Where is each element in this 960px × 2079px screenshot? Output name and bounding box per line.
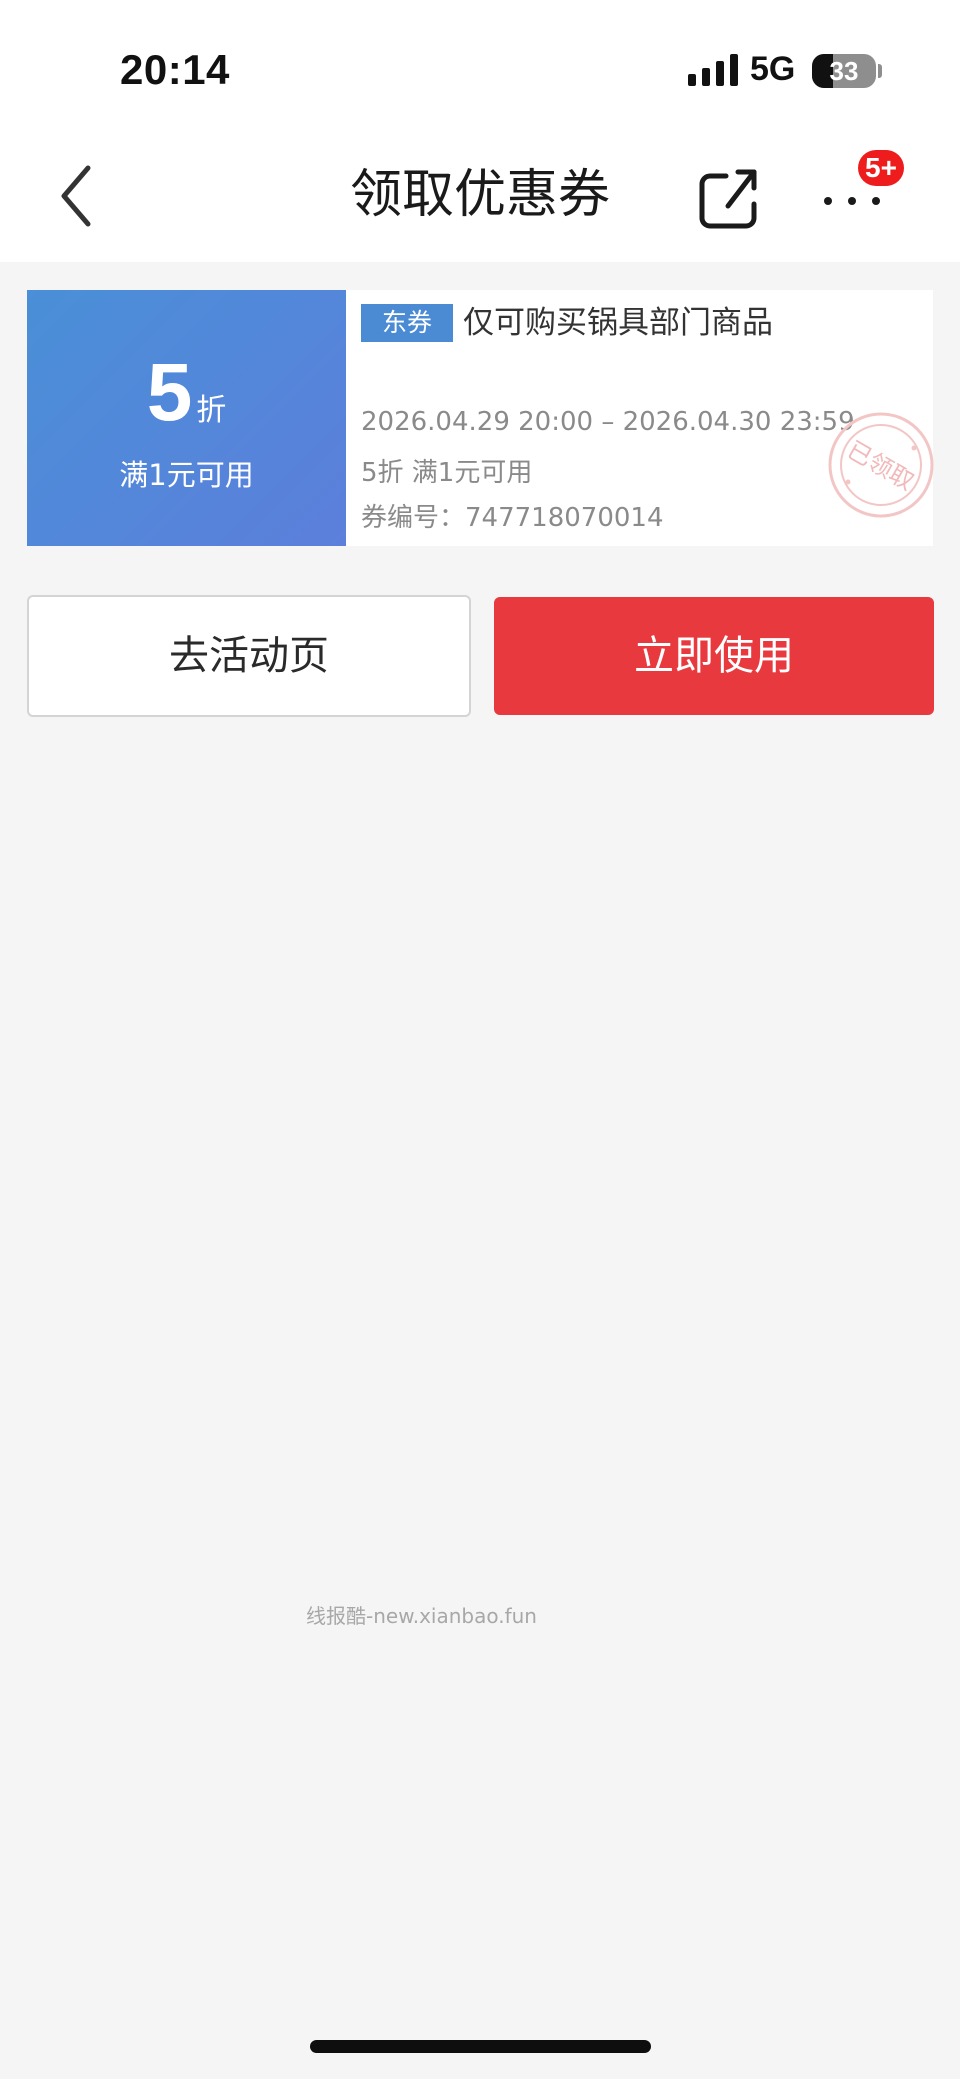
coupon-number-label: 券编号： [361, 503, 466, 533]
battery-level: 33 [829, 56, 859, 86]
battery-nub [878, 64, 882, 78]
go-activity-button[interactable]: 去活动页 [27, 595, 471, 717]
claimed-stamp-text: 已领取 [842, 436, 918, 496]
discount-unit: 折 [196, 393, 227, 428]
coupon-number-row: 券编号：747718070014 [361, 497, 664, 534]
discount-value: 5 [146, 347, 193, 438]
claimed-stamp-icon: 已领取 [828, 412, 934, 518]
coupon-rule: 5折 满1元可用 [361, 458, 533, 488]
status-bar: 20:14 5G 33 [0, 0, 960, 130]
share-button[interactable] [696, 166, 766, 236]
coupon-scope: 仅可购买锅具部门商品 [463, 305, 773, 341]
signal-icon [688, 54, 738, 86]
network-label: 5G [750, 50, 796, 88]
discount-row: 5折 [27, 348, 346, 438]
coupon-tag: 东券 [361, 304, 453, 342]
page-title: 领取优惠券 [349, 165, 610, 225]
coupon-number: 747718070014 [465, 503, 664, 533]
more-badge: 5+ [858, 150, 904, 186]
coupon-value-panel: 5折 满1元可用 [21, 290, 346, 546]
share-icon [699, 169, 757, 229]
watermark: 线报酷-new.xianbao.fun [306, 1604, 537, 1628]
home-indicator [310, 2040, 651, 2053]
chevron-left-icon [61, 165, 91, 227]
coupon-details: 东券 仅可购买锅具部门商品 2026.04.29 20:00 – 2026.04… [346, 290, 934, 546]
coupon-condition: 满1元可用 [119, 458, 254, 492]
status-time: 20:14 [120, 46, 230, 93]
coupon-validity: 2026.04.29 20:00 – 2026.04.30 23:59 [361, 407, 855, 437]
coupon-card: 5折 满1元可用 东券 仅可购买锅具部门商品 2026.04.29 20:00 … [21, 290, 934, 546]
use-now-button[interactable]: 立即使用 [494, 597, 934, 715]
nav-bar: 领取优惠券 5+ [0, 130, 960, 262]
back-button[interactable] [50, 158, 120, 234]
battery-icon: 33 [812, 54, 876, 88]
